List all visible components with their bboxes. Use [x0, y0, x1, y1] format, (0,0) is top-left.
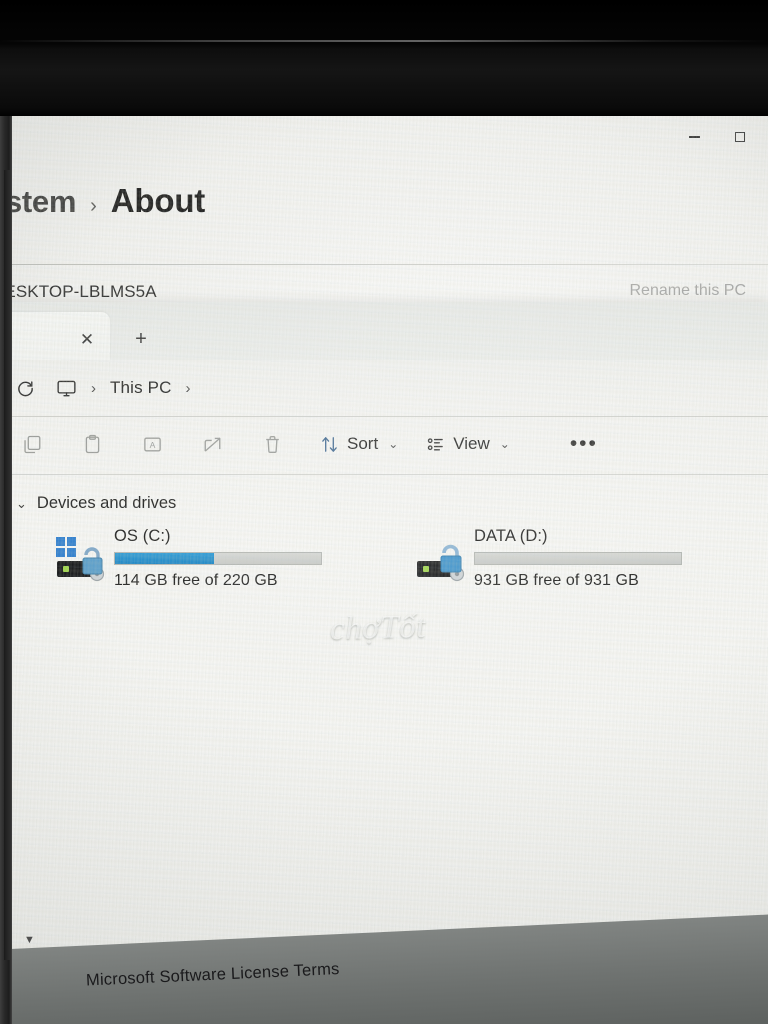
explorer-tab-strip: ✕ + — [10, 302, 768, 360]
sort-label: Sort — [347, 434, 379, 453]
usb-drive-icon — [414, 533, 470, 585]
drive-c-usage-fill — [115, 553, 214, 564]
breadcrumb-system[interactable]: ystem — [10, 184, 76, 220]
screen-content: ystem › About DESKTOP-LBLMS5A Rename thi… — [10, 116, 768, 1024]
scroll-down-caret-icon[interactable]: ▼ — [24, 934, 35, 946]
sort-arrows-icon — [320, 435, 339, 454]
refresh-icon[interactable] — [10, 371, 46, 405]
view-label: View — [453, 434, 490, 453]
address-bar: › This PC › — [10, 360, 768, 416]
view-chevron-down-icon: ⌄ — [499, 437, 510, 451]
view-list-icon — [426, 435, 445, 454]
address-chevron-icon[interactable]: › — [91, 380, 96, 397]
breadcrumb: ystem › About — [10, 182, 205, 220]
address-path-this-pc[interactable]: This PC — [110, 378, 172, 398]
maximize-button[interactable] — [718, 122, 762, 152]
copy-icon[interactable] — [10, 425, 62, 463]
license-terms-label: Microsoft Software License Terms — [85, 960, 340, 990]
laptop-screen-photo: ystem › About DESKTOP-LBLMS5A Rename thi… — [0, 0, 768, 1024]
address-trailing-chevron-icon[interactable]: › — [186, 380, 191, 397]
device-name-label: DESKTOP-LBLMS5A — [10, 282, 157, 301]
drive-d-name: DATA (D:) — [474, 527, 548, 545]
rename-pc-button[interactable]: Rename this PC — [630, 282, 747, 300]
laptop-left-bezel-shadow — [4, 170, 10, 960]
drive-c-details: OS (C:) 114 GB free of 220 GB — [114, 525, 354, 590]
new-tab-icon[interactable]: + — [126, 326, 156, 352]
window-controls — [672, 122, 762, 152]
see-more-icon[interactable]: ••• — [562, 425, 606, 463]
close-tab-icon[interactable]: ✕ — [74, 326, 100, 352]
page-title: About — [110, 182, 206, 219]
drive-item-c[interactable]: OS (C:) 114 GB free of 220 GB — [54, 525, 354, 590]
file-explorer-window: ✕ + › This PC › A Sort ⌄ View ⌄ ••• ⌄ De… — [10, 302, 768, 1024]
share-icon[interactable] — [182, 425, 242, 463]
drive-d-usage-bar — [474, 552, 682, 565]
drive-c-name: OS (C:) — [114, 527, 171, 545]
minimize-button[interactable] — [672, 122, 716, 152]
drive-c-usage-bar — [114, 552, 322, 565]
view-button[interactable]: View ⌄ — [416, 425, 520, 463]
address-breadcrumb[interactable]: › This PC › — [56, 371, 191, 405]
this-pc-monitor-icon[interactable] — [56, 379, 77, 398]
sort-chevron-down-icon: ⌄ — [388, 437, 399, 451]
command-bar: A Sort ⌄ View ⌄ ••• — [10, 416, 768, 472]
devices-and-drives-group-header[interactable]: ⌄ Devices and drives — [16, 494, 768, 513]
tab-strip-background — [112, 318, 768, 360]
rename-icon[interactable]: A — [122, 425, 182, 463]
drive-item-d[interactable]: DATA (D:) 931 GB free of 931 GB — [414, 525, 714, 590]
explorer-content: ⌄ Devices and drives OS (C:) 114 GB free… — [10, 472, 768, 590]
paste-icon[interactable] — [62, 425, 122, 463]
bitlocker-drive-icon — [54, 533, 110, 585]
breadcrumb-separator-icon: › — [90, 195, 97, 217]
drive-c-free-space: 114 GB free of 220 GB — [114, 572, 278, 589]
drives-list: OS (C:) 114 GB free of 220 GB DATA (D:) … — [16, 525, 768, 590]
svg-text:A: A — [149, 439, 155, 449]
group-header-label: Devices and drives — [36, 494, 177, 512]
drive-d-details: DATA (D:) 931 GB free of 931 GB — [474, 525, 714, 590]
bezel-glint — [0, 40, 768, 42]
sort-button[interactable]: Sort ⌄ — [310, 425, 408, 463]
group-chevron-down-icon[interactable]: ⌄ — [16, 496, 27, 512]
delete-icon[interactable] — [242, 425, 302, 463]
drive-d-free-space: 931 GB free of 931 GB — [474, 572, 639, 589]
settings-divider — [10, 264, 768, 265]
laptop-top-bezel — [0, 0, 768, 116]
